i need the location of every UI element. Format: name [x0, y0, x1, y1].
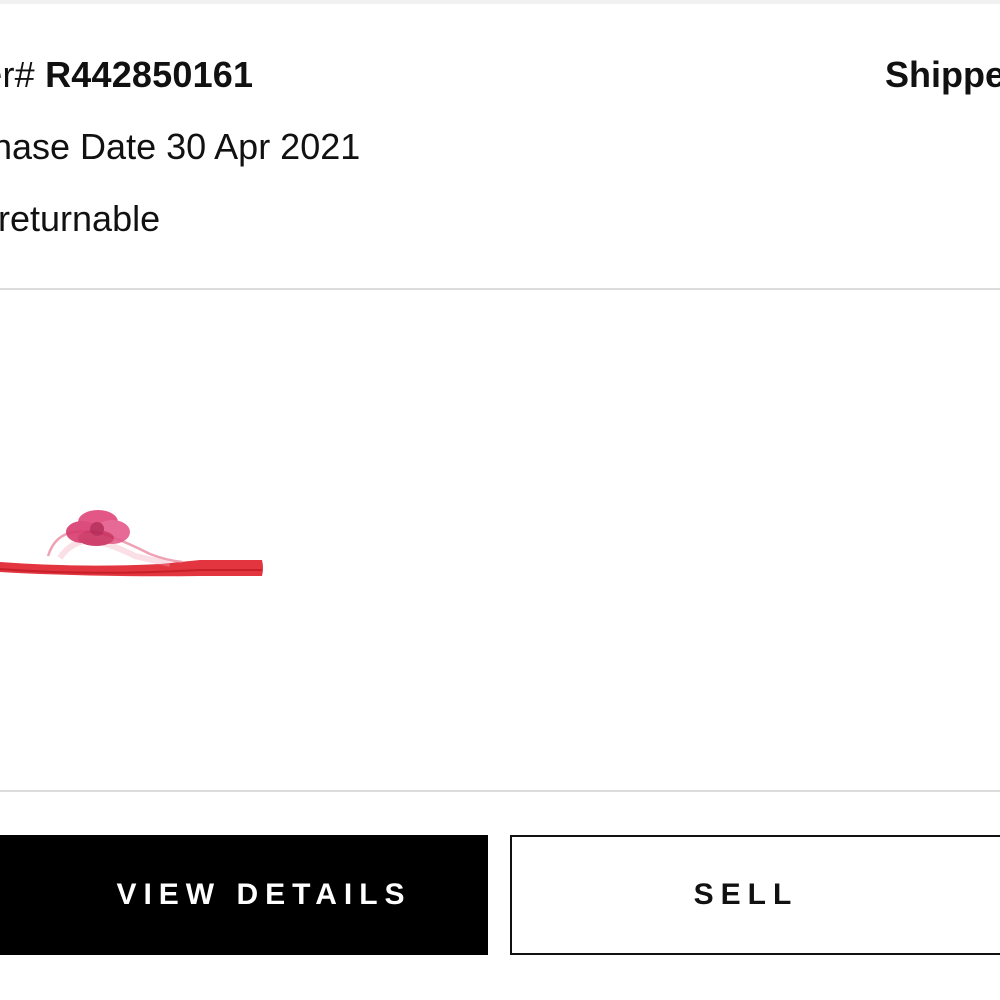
return-policy: t returnable [0, 198, 161, 239]
view-details-button[interactable]: VIEW DETAILS [0, 835, 488, 955]
sandal-image [0, 510, 263, 577]
product-image[interactable] [0, 494, 270, 594]
sell-button[interactable]: SELL [510, 835, 1000, 955]
purchase-date: rchase Date 30 Apr 2021 [0, 126, 361, 167]
order-status: Shippe [885, 54, 1000, 95]
order-number-line: der# R442850161 [0, 54, 253, 96]
order-number-label: der# [0, 54, 35, 95]
divider [0, 790, 1000, 792]
divider [0, 288, 1000, 290]
order-number: R442850161 [45, 54, 254, 95]
order-card: der# R442850161 Shippe rchase Date 30 Ap… [0, 4, 1000, 1000]
